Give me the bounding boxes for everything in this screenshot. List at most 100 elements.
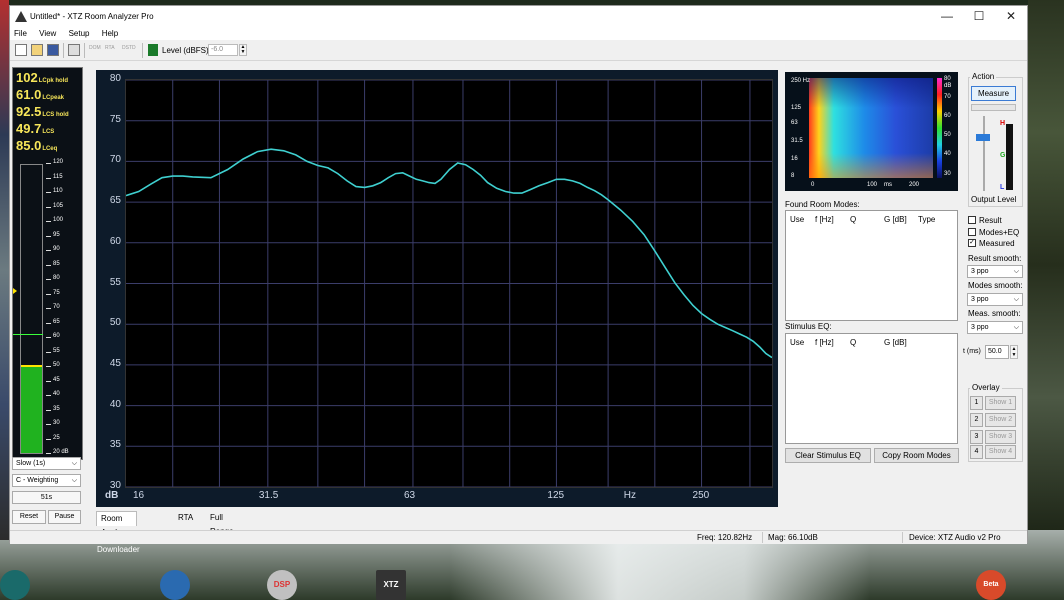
modes-eq-label: Modes+EQ <box>979 228 1020 237</box>
spectrogram-image[interactable] <box>809 78 933 178</box>
new-file-icon[interactable] <box>15 44 27 56</box>
measure-button[interactable]: Measure <box>971 86 1016 101</box>
dom-button[interactable]: DOM <box>89 45 101 51</box>
result-checkbox[interactable] <box>968 216 976 224</box>
result-smooth-select[interactable]: 3 ppo ⌵ <box>967 265 1023 278</box>
title-bar: Untitled* - XTZ Room Analyzer Pro — ☐ ✕ <box>10 6 1027 28</box>
frequency-response-graph: 80 75 70 65 60 55 50 45 40 35 30 dB 16 31.5 63 125 Hz 2… <box>96 70 778 507</box>
modes-eq-checkbox[interactable] <box>968 228 976 236</box>
speed-value: Slow (1s) <box>16 460 46 467</box>
overlay-show-1-button[interactable]: Show 1 <box>985 396 1016 410</box>
output-slider-thumb[interactable] <box>976 134 990 141</box>
column-header: G [dB] <box>884 215 907 224</box>
meter-scale-label: 95 <box>53 231 60 238</box>
speed-select[interactable]: Slow (1s) ⌵ <box>12 457 81 470</box>
spectrogram-x-label: 100 <box>867 182 878 188</box>
meter-scale-label: 115 <box>53 173 63 180</box>
modes-smooth-value: 3 ppo <box>971 296 989 303</box>
tab-room-analyzer[interactable]: Room Analyzer <box>96 511 138 537</box>
menu-file[interactable]: File <box>14 28 27 40</box>
color-scale-label: 30 <box>944 171 951 177</box>
weighting-select[interactable]: C - Weighting ⌵ <box>12 474 81 487</box>
tab-rta[interactable]: RTA <box>174 511 197 525</box>
meter-scale-tick <box>46 424 51 425</box>
desktop-icon-chrome-beta[interactable]: Beta <box>976 570 1006 600</box>
overlay-title: Overlay <box>970 383 1002 392</box>
menu-setup[interactable]: Setup <box>69 28 90 40</box>
overlay-show-2-button[interactable]: Show 2 <box>985 413 1016 427</box>
menu-view[interactable]: View <box>39 28 56 40</box>
desktop-icon-app[interactable] <box>0 570 30 600</box>
column-header: f [Hz] <box>815 215 834 224</box>
column-header: G [dB] <box>884 338 907 347</box>
copy-room-modes-button[interactable]: Copy Room Modes <box>874 448 959 463</box>
meter-scale-label: 120 <box>53 159 64 165</box>
overlay-num-3[interactable]: 3 <box>970 430 983 444</box>
overlay-num-4[interactable]: 4 <box>970 445 983 459</box>
minimize-button[interactable]: — <box>931 6 963 28</box>
tab-full-range[interactable]: Full Range <box>206 511 238 536</box>
reading-label: LCeq <box>42 146 58 152</box>
overlay-num-1[interactable]: 1 <box>970 396 983 410</box>
column-header: f [Hz] <box>815 338 834 347</box>
pause-button[interactable]: Pause <box>48 510 81 524</box>
overlay-show-3-button[interactable]: Show 3 <box>985 430 1016 444</box>
meter-scale-tick <box>46 264 51 266</box>
meter-mark-h: H <box>1000 120 1006 127</box>
level-input[interactable]: -6.0 <box>208 44 238 56</box>
reset-button[interactable]: Reset <box>12 510 46 524</box>
level-spinner[interactable]: ▲ ▼ <box>239 44 247 56</box>
desktop-icon-xtz[interactable]: XTZ <box>376 570 406 600</box>
clear-stimulus-eq-button[interactable]: Clear Stimulus EQ <box>785 448 871 463</box>
y-tick-label: 35 <box>109 439 121 451</box>
overlay-num-2[interactable]: 2 <box>970 413 983 427</box>
reading-value: 49.7 <box>16 121 42 136</box>
meter-scale-label: 20 dB <box>53 449 69 455</box>
t-ms-input[interactable]: 50.0 <box>985 345 1009 359</box>
meter-scale-tick <box>46 308 51 309</box>
spectrogram-y-label: 31.5 <box>791 138 803 144</box>
color-scale-bar <box>937 78 942 178</box>
measured-checkbox[interactable]: ✓ <box>968 239 976 247</box>
y-tick-label: 70 <box>109 154 121 166</box>
spectrogram-x-label: ms <box>884 182 892 188</box>
meter-reading: 92.5LCS hold <box>16 104 69 119</box>
stimulus-eq-table[interactable]: Use f [Hz] Q G [dB] <box>785 333 958 444</box>
close-button[interactable]: ✕ <box>995 6 1027 28</box>
dstd-button[interactable]: DSTD <box>122 45 136 51</box>
open-folder-icon[interactable] <box>31 44 43 56</box>
rta-button[interactable]: RTA <box>105 45 115 51</box>
print-icon[interactable] <box>68 44 80 56</box>
desktop-left-icons <box>0 0 9 540</box>
meter-scale-tick <box>46 380 51 382</box>
desktop-icon-upload[interactable] <box>160 570 190 600</box>
meter-scale-label: 30 <box>53 420 60 426</box>
desktop-downloader-label[interactable]: Downloader <box>97 545 140 554</box>
overlay-show-4-button[interactable]: Show 4 <box>985 445 1016 459</box>
meas-smooth-label: Meas. smooth: <box>968 309 1021 318</box>
modes-smooth-select[interactable]: 3 ppo ⌵ <box>967 293 1023 306</box>
t-ms-spinner[interactable]: ▲ ▼ <box>1010 345 1018 359</box>
menu-help[interactable]: Help <box>102 28 118 40</box>
meter-scale-label: 110 <box>53 188 63 194</box>
plot-area[interactable] <box>125 79 773 488</box>
meas-smooth-select[interactable]: 3 ppo ⌵ <box>967 321 1023 334</box>
column-header: Use <box>790 338 805 347</box>
meter-reading: 102LCpk hold <box>16 70 68 85</box>
color-scale-label: 60 <box>944 113 951 119</box>
meter-scale-label: 40 <box>53 391 60 397</box>
color-scale-label: 40 <box>944 151 951 157</box>
meter-scale-tick <box>46 250 51 251</box>
output-slider-track[interactable] <box>983 116 985 191</box>
maximize-button[interactable]: ☐ <box>963 6 995 28</box>
desktop-icon-dsp[interactable]: DSP <box>267 570 297 600</box>
save-icon[interactable] <box>47 44 59 56</box>
found-modes-table[interactable]: Use f [Hz] Q G [dB] Type <box>785 210 958 321</box>
y-tick-label: 55 <box>109 276 121 288</box>
spectrogram-y-label: 16 <box>791 156 798 162</box>
meas-smooth-value: 3 ppo <box>971 324 989 331</box>
meter-scale: 120 115 110 105 100 95 90 85 80 75 70 65 60 55 50 45 40 3… <box>46 159 80 455</box>
color-scale-label: 70 <box>944 94 951 100</box>
column-header: Use <box>790 215 805 224</box>
reading-label: LCpeak <box>42 95 64 101</box>
